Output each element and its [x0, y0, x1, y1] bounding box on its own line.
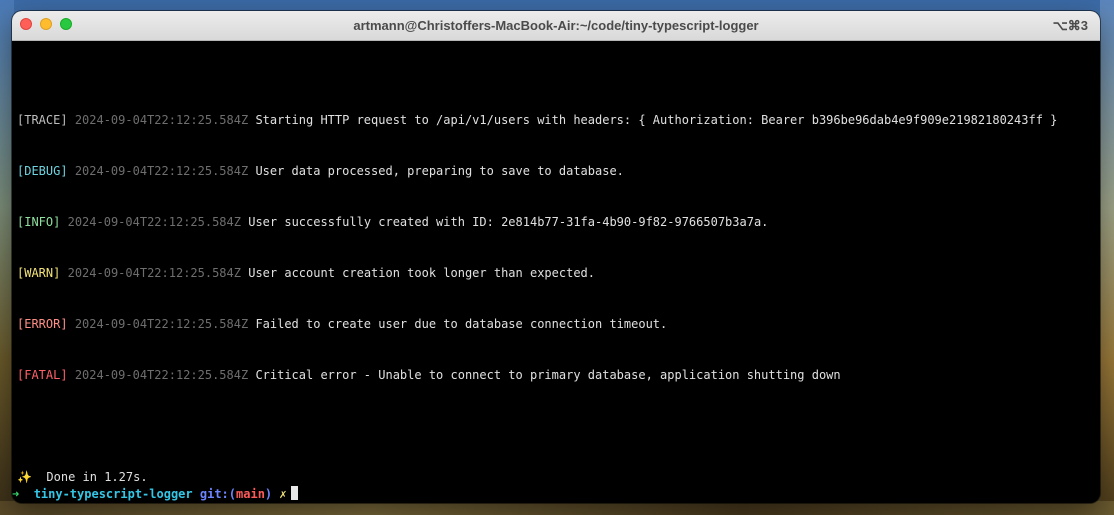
- log-line-trace: [TRACE] 2024-09-04T22:12:25.584Z Startin…: [17, 112, 1057, 128]
- log-level: [ERROR]: [17, 317, 68, 331]
- log-level: [FATAL]: [17, 368, 68, 382]
- prompt-git-label: git:: [199, 487, 229, 501]
- log-line-info: [INFO] 2024-09-04T22:12:25.584Z User suc…: [17, 214, 768, 230]
- log-timestamp: 2024-09-04T22:12:25.584Z: [74, 368, 249, 382]
- log-level: [INFO]: [17, 215, 61, 229]
- desktop-wallpaper-bottom: [0, 501, 1114, 515]
- log-message: Starting HTTP request to /api/v1/users w…: [255, 113, 1058, 127]
- prompt-dirty-icon: ✗: [279, 487, 287, 501]
- done-text: Done in 1.27s.: [46, 470, 148, 484]
- window-shortcut: ⌥⌘3: [1052, 18, 1088, 33]
- log-timestamp: 2024-09-04T22:12:25.584Z: [67, 266, 241, 280]
- log-message: User successfully created with ID: 2e814…: [248, 215, 769, 229]
- text-cursor[interactable]: [290, 486, 298, 500]
- prompt-branch: main: [236, 487, 265, 501]
- shell-prompt[interactable]: ➜ tiny-typescript-logger git:(main) ✗: [12, 486, 298, 502]
- window-title: artmann@Christoffers-MacBook-Air:~/code/…: [353, 18, 759, 33]
- terminal-output[interactable]: [TRACE] 2024-09-04T22:12:25.584Z Startin…: [12, 41, 1100, 503]
- prompt-paren-open: (: [228, 487, 237, 501]
- log-message: User data processed, preparing to save t…: [255, 164, 624, 178]
- prompt-arrow-icon: ➜: [12, 487, 20, 501]
- log-level: [DEBUG]: [17, 164, 68, 178]
- log-line-warn: [WARN] 2024-09-04T22:12:25.584Z User acc…: [17, 265, 595, 281]
- prompt-paren-close: ): [264, 487, 273, 501]
- prompt-directory: tiny-typescript-logger: [33, 487, 193, 501]
- log-line-debug: [DEBUG] 2024-09-04T22:12:25.584Z User da…: [17, 163, 624, 179]
- log-timestamp: 2024-09-04T22:12:25.584Z: [67, 215, 241, 229]
- log-message: User account creation took longer than e…: [248, 266, 595, 280]
- log-level: [WARN]: [17, 266, 61, 280]
- log-level: [TRACE]: [17, 113, 68, 127]
- log-timestamp: 2024-09-04T22:12:25.584Z: [74, 113, 249, 127]
- log-timestamp: 2024-09-04T22:12:25.584Z: [74, 317, 249, 331]
- terminal-window: artmann@Christoffers-MacBook-Air:~/code/…: [12, 11, 1100, 503]
- sparkles-icon: ✨: [17, 470, 32, 484]
- desktop-wallpaper-right: [1100, 0, 1114, 515]
- log-message: Failed to create user due to database co…: [255, 317, 668, 331]
- log-line-error: [ERROR] 2024-09-04T22:12:25.584Z Failed …: [17, 316, 667, 332]
- log-message: Critical error - Unable to connect to pr…: [255, 368, 841, 382]
- done-line: ✨ Done in 1.27s.: [17, 469, 148, 485]
- log-timestamp: 2024-09-04T22:12:25.584Z: [74, 164, 249, 178]
- log-line-fatal: [FATAL] 2024-09-04T22:12:25.584Z Critica…: [17, 367, 841, 383]
- title-bar[interactable]: artmann@Christoffers-MacBook-Air:~/code/…: [12, 11, 1100, 41]
